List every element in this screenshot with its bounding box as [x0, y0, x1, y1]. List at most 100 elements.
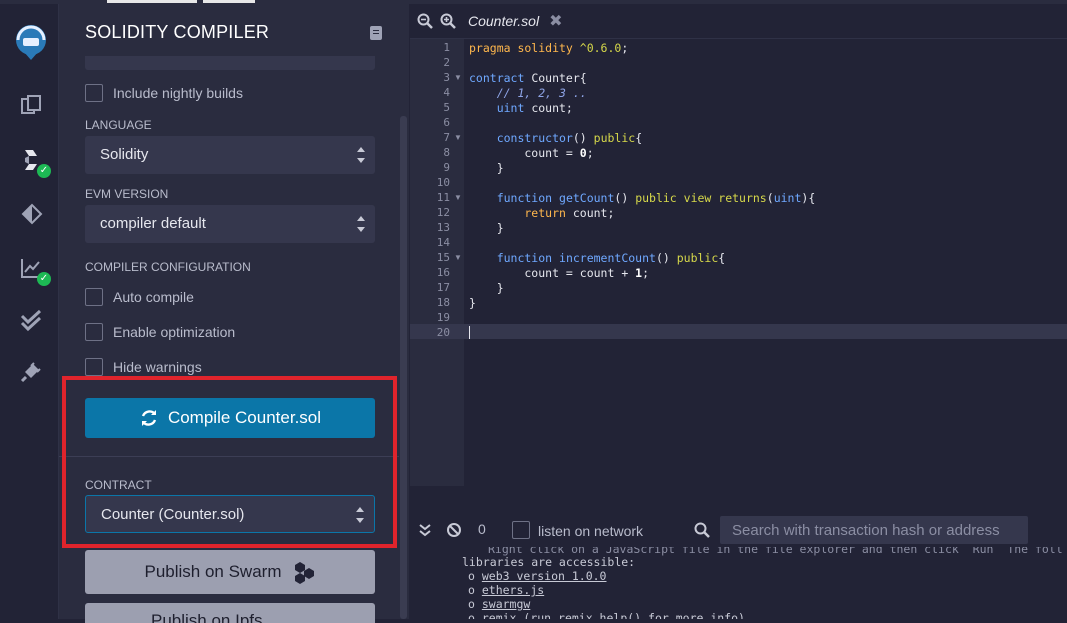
documentation-icon[interactable]: [370, 26, 382, 40]
line-number: 19: [436, 311, 450, 324]
fold-arrow-icon[interactable]: ▼: [454, 193, 462, 202]
list-item: o remix (run remix.help() for more info): [468, 611, 745, 619]
testing-icon[interactable]: [17, 306, 45, 334]
code-line: // 1, 2, 3 ..: [469, 86, 587, 100]
fold-arrow-icon[interactable]: ▼: [454, 133, 462, 142]
auto-compile-checkbox[interactable]: [85, 288, 103, 306]
auto-compile-row[interactable]: Auto compile: [85, 288, 194, 306]
line-number: 20: [436, 326, 450, 339]
analysis-icon[interactable]: ✓: [17, 254, 51, 286]
code-line: uint count;: [469, 101, 573, 115]
line-number: 18: [436, 296, 450, 309]
pending-tx-count: 0: [478, 521, 486, 537]
evm-version-select[interactable]: compiler default: [85, 205, 375, 243]
include-nightly-row[interactable]: Include nightly builds: [85, 84, 243, 102]
select-arrows-icon: [357, 147, 365, 163]
ethers-link[interactable]: ethers.js: [482, 583, 544, 597]
listen-network-label: listen on network: [538, 523, 644, 539]
zoom-out-icon[interactable]: [417, 13, 433, 29]
code-line: }: [469, 161, 504, 175]
language-value: Solidity: [100, 146, 149, 163]
clear-terminal-icon[interactable]: [446, 522, 462, 543]
code-line: contract Counter{: [469, 71, 587, 85]
line-number: 5: [443, 101, 450, 114]
remix-logo-icon[interactable]: [10, 22, 52, 64]
line-number: 3: [443, 71, 450, 84]
fold-arrow-icon[interactable]: ▼: [454, 253, 462, 262]
include-nightly-label: Include nightly builds: [113, 85, 243, 101]
contract-select[interactable]: Counter (Counter.sol): [85, 495, 375, 533]
remix-help-text: remix (run remix.help() for more info): [481, 611, 745, 619]
code-line: function getCount() public view returns(…: [469, 191, 816, 205]
code-content: pragma solidity ^0.6.0; contract Counter{…: [464, 39, 1067, 486]
code-line: constructor() public{: [469, 131, 643, 145]
search-icon: [694, 522, 710, 543]
list-item: o ethers.js: [468, 583, 545, 597]
line-number: 14: [436, 236, 450, 249]
panel-scrollbar[interactable]: [400, 116, 407, 619]
line-number: 9: [443, 161, 450, 174]
panel-title: SOLIDITY COMPILER: [85, 22, 270, 42]
tab-counter-sol[interactable]: Counter.sol ✖: [460, 4, 571, 38]
code-line: function incrementCount() public{: [469, 251, 726, 265]
list-item: o swarmgw: [468, 597, 531, 611]
include-nightly-checkbox[interactable]: [85, 84, 103, 102]
language-label: LANGUAGE: [85, 118, 152, 132]
publish-swarm-button[interactable]: Publish on Swarm: [85, 550, 375, 594]
refresh-icon: [139, 408, 159, 428]
line-number: 16: [436, 266, 450, 279]
line-numbers: 1 2 3 ▼ 4 5 6 7 ▼ 8 9 10 11 ▼ 12 13 14 1…: [410, 39, 464, 486]
enable-optimization-row[interactable]: Enable optimization: [85, 323, 235, 341]
hide-warnings-label: Hide warnings: [113, 359, 202, 375]
swarm-icon: [292, 560, 316, 584]
code-line: count = count + 1;: [469, 266, 650, 280]
contract-label: CONTRACT: [85, 478, 152, 492]
code-line: count = 0;: [469, 146, 594, 160]
swarmgw-link[interactable]: swarmgw: [482, 597, 530, 611]
hide-warnings-checkbox[interactable]: [85, 358, 103, 376]
evm-version-value: compiler default: [100, 215, 206, 232]
code-line: }: [469, 296, 476, 310]
enable-optimization-checkbox[interactable]: [85, 323, 103, 341]
web3-link[interactable]: web3 version 1.0.0: [482, 569, 607, 583]
select-arrows-icon: [356, 507, 364, 523]
line-number: 17: [436, 281, 450, 294]
line-number: 15: [436, 251, 450, 264]
hide-warnings-row[interactable]: Hide warnings: [85, 358, 202, 376]
solidity-compiler-icon[interactable]: ✓: [17, 146, 51, 178]
text-cursor: [469, 326, 470, 339]
collapse-terminal-icon[interactable]: [419, 523, 431, 542]
line-number: 13: [436, 221, 450, 234]
search-input[interactable]: [720, 516, 1028, 544]
zoom-in-icon[interactable]: [440, 13, 456, 29]
auto-compile-label: Auto compile: [113, 289, 194, 305]
line-number: 8: [443, 146, 450, 159]
plugin-manager-icon[interactable]: [17, 358, 45, 386]
language-select[interactable]: Solidity: [85, 136, 375, 174]
publish-ipfs-button[interactable]: Publish on Ipfs: [85, 603, 375, 623]
code-line: pragma solidity ^0.6.0;: [469, 41, 629, 55]
close-icon[interactable]: ✖: [549, 11, 562, 31]
publish-ipfs-label: Publish on Ipfs: [151, 611, 263, 623]
compiled-check-icon: ✓: [37, 164, 51, 178]
enable-optimization-label: Enable optimization: [113, 324, 236, 340]
editor-bottom: [410, 486, 1067, 514]
evm-version-label: EVM VERSION: [85, 187, 169, 201]
section-divider: [59, 456, 399, 457]
terminal-toolbar: 0 listen on network: [410, 514, 1067, 547]
line-number: 2: [443, 56, 450, 69]
top-strip-segment: [107, 0, 197, 3]
line-number: 11: [436, 191, 450, 204]
deploy-run-icon[interactable]: [17, 200, 45, 228]
line-number: 12: [436, 206, 450, 219]
contract-value: Counter (Counter.sol): [101, 506, 245, 523]
file-explorer-icon[interactable]: [17, 92, 45, 120]
listen-network-checkbox[interactable]: [512, 521, 530, 539]
code-line: }: [469, 221, 504, 235]
compile-button[interactable]: Compile Counter.sol: [85, 398, 375, 438]
icon-rail: ✓ ✓: [0, 4, 59, 619]
compiler-version-select[interactable]: [85, 56, 375, 70]
fold-arrow-icon[interactable]: ▼: [454, 73, 462, 82]
line-number: 6: [443, 116, 450, 129]
solidity-compiler-panel: SOLIDITY COMPILER Include nightly builds…: [59, 4, 409, 623]
